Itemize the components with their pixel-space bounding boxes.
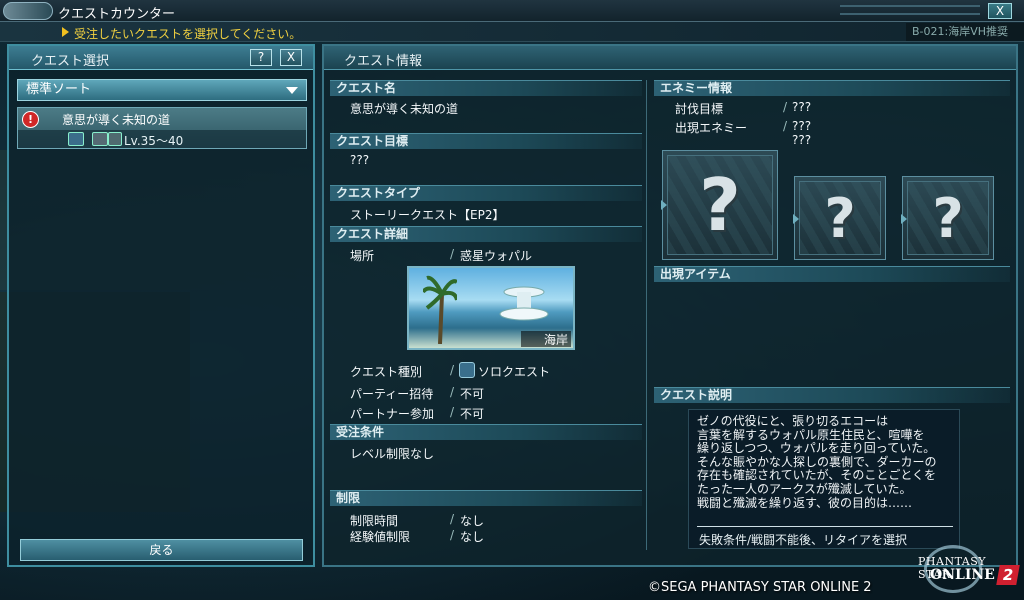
quest-select-panel: クエスト選択 ? X 標準ソート ! 意思が導く未知の道 Lv.35〜40 戻る <box>7 44 315 567</box>
quest-select-header: クエスト選択 ? X <box>9 46 313 70</box>
time-limit-label: 制限時間 <box>350 514 399 528</box>
place-value: 惑星ウォパル <box>460 249 533 263</box>
instruction-text: 受注したいクエストを選択してください。 <box>74 27 302 41</box>
limits-heading: 制限 <box>330 490 642 506</box>
items-heading: 出現アイテム <box>654 266 1010 282</box>
separator: / <box>450 385 455 399</box>
solo-quest-icon <box>68 132 84 146</box>
quest-item-level: Lv.35〜40 <box>124 134 184 148</box>
instruction-bar: 受注したいクエストを選択してください。 B-021:海岸VH推奨 <box>0 22 1024 42</box>
description-line: 存在も確認されていたが、そのことごとくを <box>697 468 937 483</box>
quest-type-value: ストーリークエスト【EP2】 <box>350 208 505 222</box>
quest-select-title: クエスト選択 <box>31 54 110 69</box>
quest-info-title: クエスト情報 <box>344 54 423 69</box>
separator: / <box>783 119 788 133</box>
party-invite-label: パーティー招待 <box>350 387 434 401</box>
palm-tree-icon <box>423 275 457 344</box>
sort-label: 標準ソート <box>26 82 92 97</box>
block-badge: B-021:海岸VH推奨 <box>906 23 1024 41</box>
quest-info-header: クエスト情報 <box>324 46 1016 70</box>
description-line: 戦闘と殲滅を繰り返す、彼の目的は…… <box>697 495 913 510</box>
time-limit-value: なし <box>460 514 485 528</box>
defeat-target-value: ??? <box>792 100 812 114</box>
exp-limit-label: 経験値制限 <box>350 530 411 544</box>
solo-quest-icon <box>459 362 475 378</box>
sort-dropdown[interactable]: 標準ソート <box>17 79 307 101</box>
enemy-slot-3[interactable]: ? <box>901 176 994 260</box>
partner-value: 不可 <box>460 407 485 421</box>
emblem-icon <box>3 2 53 20</box>
quest-target-value: ??? <box>350 153 370 167</box>
quest-name-value: 意思が導く未知の道 <box>350 102 459 116</box>
quest-target-heading: クエスト目標 <box>330 133 642 149</box>
separator: / <box>450 512 455 526</box>
close-window-button[interactable]: X <box>988 3 1012 19</box>
close-panel-button[interactable]: X <box>280 49 302 66</box>
window-title: クエストカウンター <box>58 7 176 22</box>
partner-label: パートナー参加 <box>350 407 435 421</box>
quest-name-heading: クエスト名 <box>330 80 642 96</box>
separator: / <box>783 100 788 114</box>
help-button[interactable]: ? <box>250 49 272 66</box>
enemy-slot-2[interactable]: ? <box>793 176 886 260</box>
enemy-slot-main[interactable]: ? <box>661 150 778 260</box>
quest-description-heading: クエスト説明 <box>654 387 1010 403</box>
back-button[interactable]: 戻る <box>20 539 303 561</box>
exp-limit-value: なし <box>460 530 485 544</box>
tower-icon <box>499 286 549 321</box>
quest-list-item[interactable]: ! 意思が導く未知の道 Lv.35〜40 <box>17 107 307 149</box>
separator: / <box>450 363 455 377</box>
enemy-info-heading: エネミー情報 <box>654 80 1010 96</box>
fail-condition: 失敗条件/戦闘不能後、リタイアを選択 <box>699 533 908 547</box>
alert-icon: ! <box>22 111 39 128</box>
quest-type-heading: クエストタイプ <box>330 185 642 201</box>
description-divider <box>697 526 953 527</box>
hourglass-icon <box>92 132 108 146</box>
conditions-value: レベル制限なし <box>350 447 435 461</box>
party-invite-value: 不可 <box>460 387 485 401</box>
game-logo: PHANTASY STAR ONLINE 2 <box>916 543 1020 595</box>
separator: / <box>450 247 455 261</box>
description-line: ゼノの代役にと、張り切るエコーは <box>697 414 889 428</box>
conditions-heading: 受注条件 <box>330 424 642 440</box>
appear-enemy-label: 出現エネミー <box>675 121 748 135</box>
arrow-icon <box>62 27 69 37</box>
area-caption: 海岸 <box>521 331 571 347</box>
quest-description: ゼノの代役にと、張り切るエコーは 言葉を解するウォパル原生住民と、喧嘩を 繰り返… <box>688 409 960 549</box>
titlebar-decoration <box>840 5 980 15</box>
quest-item-details: Lv.35〜40 <box>18 130 306 148</box>
unknown-enemy-icon: ? <box>824 186 856 250</box>
slot-tab-icon <box>901 213 907 224</box>
description-lines: ゼノの代役にと、張り切るエコーは 言葉を解するウォパル原生住民と、喧嘩を 繰り返… <box>697 414 951 510</box>
logo-number: 2 <box>996 565 1020 585</box>
appear-enemy-value-2: ??? <box>792 133 812 147</box>
appear-enemy-value-1: ??? <box>792 119 812 133</box>
logo-main-text: ONLINE <box>930 567 995 583</box>
quest-detail-heading: クエスト詳細 <box>330 226 642 242</box>
chevron-down-icon <box>286 87 298 94</box>
defeat-target-label: 討伐目標 <box>675 102 724 116</box>
location-image: 海岸 <box>407 266 575 350</box>
quest-kind-value: ソロクエスト <box>478 365 551 379</box>
quest-item-name: 意思が導く未知の道 <box>62 113 171 127</box>
separator: / <box>450 528 455 542</box>
slot-tab-icon <box>793 213 799 224</box>
copyright-text: ©SEGA PHANTASY STAR ONLINE 2 <box>648 580 872 595</box>
unknown-enemy-icon: ? <box>699 163 741 247</box>
description-line: 繰り返しつつ、ウォパルを走り回っていた。 <box>697 441 936 456</box>
column-divider <box>646 80 647 550</box>
quest-kind-label: クエスト種別 <box>350 365 423 379</box>
place-label: 場所 <box>350 249 375 263</box>
window-titlebar: クエストカウンター X <box>0 0 1024 22</box>
description-line: たった一人のアークスが殲滅していた。 <box>697 481 912 496</box>
slot-tab-icon <box>661 199 667 210</box>
description-line: 言葉を解するウォパル原生住民と、喧嘩を <box>697 427 925 442</box>
level-icon <box>108 132 122 146</box>
unknown-enemy-icon: ? <box>932 186 964 250</box>
separator: / <box>450 405 455 419</box>
